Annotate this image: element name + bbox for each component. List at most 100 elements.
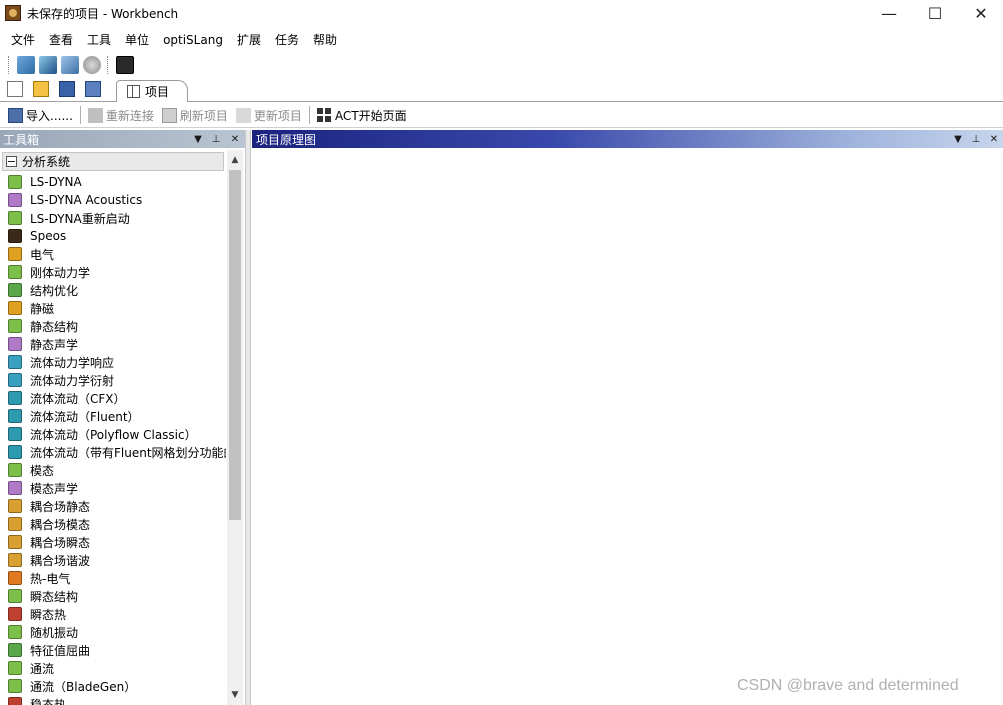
toolbar-file: 项目 [0,78,1003,102]
watermark: CSDN @brave and determined [737,677,959,694]
scroll-down-icon[interactable]: ▼ [227,687,243,703]
analysis-system-icon [8,553,22,567]
toolbox-item[interactable]: 瞬态结构 [0,587,226,605]
scroll-thumb[interactable] [229,170,241,520]
toolbar-grip[interactable] [8,56,11,74]
toolbox-item[interactable]: 流体流动（CFX） [0,389,226,407]
toolbox-item[interactable]: 静磁 [0,299,226,317]
toolbox-item-label: 瞬态结构 [30,589,79,604]
toolbox-panel: 分析系统 LS-DYNA LS-DYNA Acoustics LS-DYNA重新启动… [0,150,245,705]
toolbox-item[interactable]: 流体流动（带有Fluent网格划分功能的 [0,443,226,461]
import-label: 导入...... [26,108,73,123]
toolbox-scrollbar[interactable]: ▲ ▼ [227,150,243,705]
act-start-page-button[interactable]: ACT开始页面 [313,104,411,126]
menu-units[interactable]: 单位 [118,29,156,51]
toolbox-item[interactable]: 模态声学 [0,479,226,497]
app-launch-icon[interactable] [39,56,57,74]
close-button[interactable]: ✕ [958,0,1003,26]
toolbox-item-label: 流体动力学衍射 [30,373,115,388]
app-launch-icon[interactable] [61,56,79,74]
act-label: ACT开始页面 [334,108,407,123]
toolbox-item[interactable]: LS-DYNA重新启动 [0,209,226,227]
toolbar-grip[interactable] [107,56,110,74]
analysis-system-icon [8,535,22,549]
toolbox-item[interactable]: 热-电气 [0,569,226,587]
menu-optislang[interactable]: optiSLang [156,29,230,51]
toolbox-item-label: Speos [30,229,67,243]
project-schematic-canvas[interactable] [252,148,1003,705]
toolbar-separator [79,106,81,124]
toolbox-item[interactable]: 静态结构 [0,317,226,335]
toolbox-item[interactable]: 流体流动（Polyflow Classic） [0,425,226,443]
toolbox-item[interactable]: 结构优化 [0,281,226,299]
maximize-button[interactable]: ☐ [912,0,958,26]
panel-menu-icon[interactable]: ▼ [190,130,206,148]
import-button[interactable]: 导入...... [4,104,77,126]
reconnect-icon [87,107,103,123]
scroll-up-icon[interactable]: ▲ [227,152,243,168]
toolbox-item[interactable]: 模态 [0,461,226,479]
panel-splitter[interactable] [245,130,251,705]
toolbox-item-label: 刚体动力学 [30,265,91,280]
toolbox-item-label: 通流 [30,661,55,676]
open-folder-icon[interactable] [33,81,49,97]
toolbox-item-label: 耦合场瞬态 [30,535,91,550]
toolbox-item-label: 随机振动 [30,625,79,640]
panel-close-icon[interactable]: ✕ [986,130,1002,148]
schematic-title: 项目原理图 [256,132,317,147]
toolbox-item[interactable]: 刚体动力学 [0,263,226,281]
speos-app-icon[interactable] [116,56,134,74]
panel-menu-icon[interactable]: ▼ [950,130,966,148]
pin-icon[interactable]: ⊥ [968,130,984,148]
app-launch-icon[interactable] [17,56,35,74]
update-project-button[interactable]: 更新项目 [232,104,306,126]
refresh-label: 刷新项目 [179,108,228,123]
toolbox-item[interactable]: LS-DYNA Acoustics [0,191,226,209]
save-icon[interactable] [59,81,75,97]
panel-close-icon[interactable]: ✕ [227,130,243,148]
toolbox-item[interactable]: Speos [0,227,226,245]
collapse-icon[interactable] [6,156,17,167]
menu-extensions[interactable]: 扩展 [230,29,268,51]
toolbox-item[interactable]: 流体动力学响应 [0,353,226,371]
analysis-system-icon [8,697,22,705]
window-title: 未保存的项目 - Workbench [27,6,179,21]
analysis-system-icon [8,463,22,477]
toolbox-item[interactable]: 电气 [0,245,226,263]
analysis-system-icon [8,229,22,243]
analysis-system-icon [8,409,22,423]
schematic-header: 项目原理图 ▼ ⊥ ✕ [252,130,1003,148]
menu-tools[interactable]: 工具 [80,29,118,51]
toolbox-item-label: 模态 [30,463,55,478]
toolbox-item[interactable]: 耦合场瞬态 [0,533,226,551]
toolbox-item[interactable]: 耦合场静态 [0,497,226,515]
toolbox-item[interactable]: 耦合场模态 [0,515,226,533]
menu-file[interactable]: 文件 [4,29,42,51]
menu-help[interactable]: 帮助 [306,29,344,51]
save-as-icon[interactable] [85,81,101,97]
refresh-icon [161,107,177,123]
tool-list: LS-DYNA LS-DYNA Acoustics LS-DYNA重新启动 Speos… [0,173,226,705]
tab-project[interactable]: 项目 [116,80,189,102]
refresh-project-button[interactable]: 刷新项目 [158,104,232,126]
analysis-systems-group[interactable]: 分析系统 [2,152,224,171]
new-project-icon[interactable] [7,81,23,97]
toolbox-item[interactable]: 瞬态热 [0,605,226,623]
toolbox-item[interactable]: 通流 [0,659,226,677]
analysis-system-icon [8,247,22,261]
toolbox-item[interactable]: 流体流动（Fluent） [0,407,226,425]
toolbox-item[interactable]: 特征值屈曲 [0,641,226,659]
toolbox-item[interactable]: 静态声学 [0,335,226,353]
toolbox-item[interactable]: 随机振动 [0,623,226,641]
toolbox-item[interactable]: 耦合场谐波 [0,551,226,569]
toolbox-item[interactable]: 通流（BladeGen） [0,677,226,695]
toolbox-item[interactable]: 稳态热 [0,695,226,705]
reconnect-button[interactable]: 重新连接 [84,104,158,126]
menu-jobs[interactable]: 任务 [268,29,306,51]
menu-view[interactable]: 查看 [42,29,80,51]
minimize-button[interactable]: — [866,0,912,26]
pin-icon[interactable]: ⊥ [208,130,224,148]
toolbox-item[interactable]: LS-DYNA [0,173,226,191]
app-launch-icon[interactable] [83,56,101,74]
toolbox-item[interactable]: 流体动力学衍射 [0,371,226,389]
